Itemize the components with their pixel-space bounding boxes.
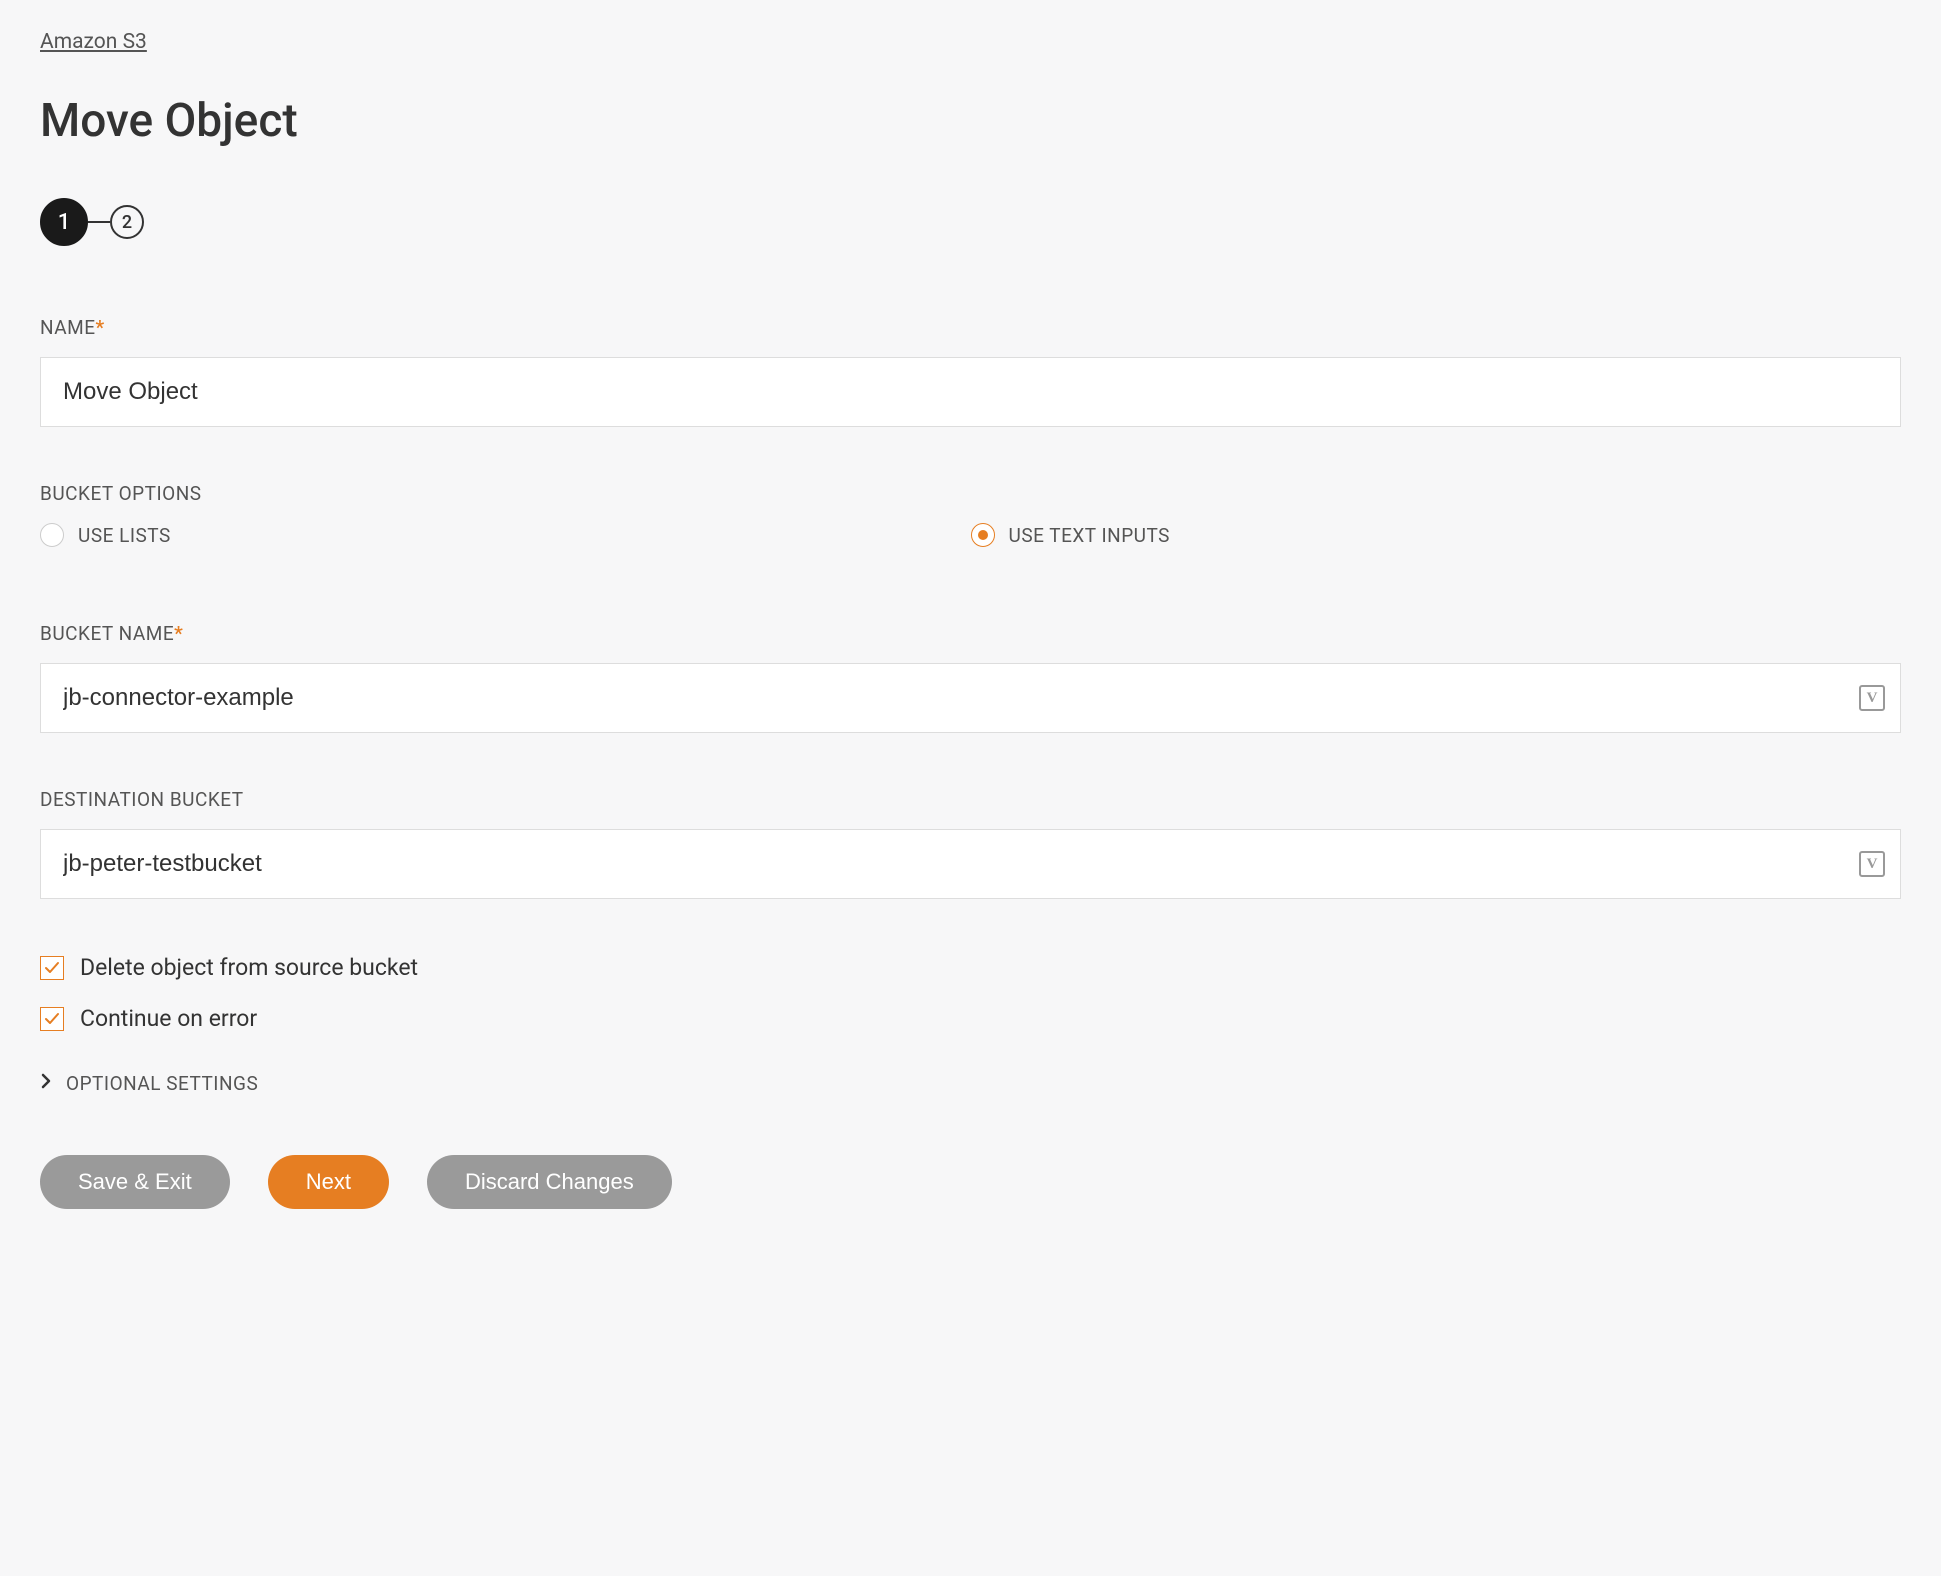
variable-icon[interactable]: V [1859, 685, 1885, 711]
variable-icon[interactable]: V [1859, 851, 1885, 877]
checkbox-icon [40, 1007, 64, 1031]
bucket-name-label-text: BUCKET NAME [40, 622, 174, 645]
destination-bucket-input[interactable] [40, 829, 1901, 899]
radio-use-text-inputs[interactable]: USE TEXT INPUTS [971, 523, 1902, 547]
page-title: Move Object [40, 94, 1901, 148]
check-icon [44, 960, 60, 976]
save-exit-button[interactable]: Save & Exit [40, 1155, 230, 1209]
stepper: 1 2 [40, 198, 1901, 246]
optional-settings-label: OPTIONAL SETTINGS [66, 1072, 258, 1095]
step-connector [88, 221, 110, 223]
chevron-right-icon [40, 1073, 52, 1094]
breadcrumb-link[interactable]: Amazon S3 [40, 30, 147, 54]
name-label: NAME* [40, 316, 1901, 339]
name-label-text: NAME [40, 316, 96, 339]
required-asterisk: * [96, 316, 105, 339]
name-input[interactable] [40, 357, 1901, 427]
checkbox-delete-source[interactable]: Delete object from source bucket [40, 954, 1901, 981]
checkbox-icon [40, 956, 64, 980]
destination-bucket-label: DESTINATION BUCKET [40, 788, 1901, 811]
radio-icon [40, 523, 64, 547]
step-1[interactable]: 1 [40, 198, 88, 246]
radio-use-lists[interactable]: USE LISTS [40, 523, 971, 547]
check-icon [44, 1011, 60, 1027]
next-button[interactable]: Next [268, 1155, 389, 1209]
optional-settings-expander[interactable]: OPTIONAL SETTINGS [40, 1072, 1901, 1095]
bucket-options-label: BUCKET OPTIONS [40, 482, 1901, 505]
bucket-name-input[interactable] [40, 663, 1901, 733]
checkbox-continue-on-error[interactable]: Continue on error [40, 1005, 1901, 1032]
checkbox-continue-on-error-label: Continue on error [80, 1005, 257, 1032]
step-2[interactable]: 2 [110, 205, 144, 239]
discard-changes-button[interactable]: Discard Changes [427, 1155, 672, 1209]
radio-use-lists-label: USE LISTS [78, 524, 171, 547]
required-asterisk: * [174, 622, 183, 645]
radio-use-text-inputs-label: USE TEXT INPUTS [1009, 524, 1170, 547]
radio-dot-icon [978, 530, 988, 540]
radio-icon-selected [971, 523, 995, 547]
checkbox-delete-source-label: Delete object from source bucket [80, 954, 418, 981]
bucket-name-label: BUCKET NAME* [40, 622, 1901, 645]
